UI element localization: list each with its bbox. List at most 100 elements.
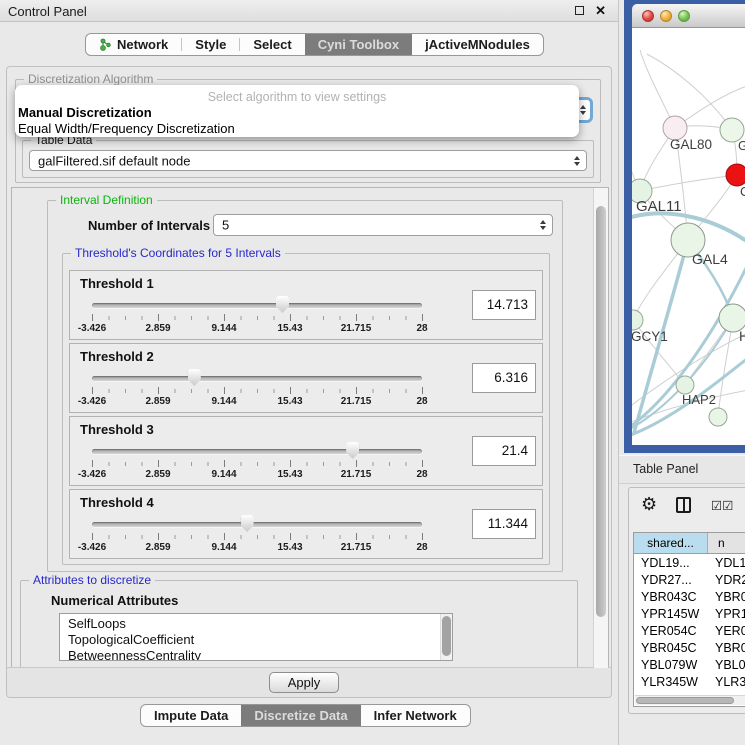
column-header-shared[interactable]: shared... <box>634 533 708 553</box>
settings-scroll-area: Interval Definition Number of Intervals … <box>11 187 609 669</box>
tick-label: 2.859 <box>145 469 170 480</box>
threshold-slider-2[interactable]: -3.426 2.859 9.144 15.43 21.715 28 <box>92 368 422 410</box>
table-row[interactable]: YPR145WYPR1 <box>634 606 745 623</box>
num-intervals-combobox[interactable]: 5 <box>213 214 553 236</box>
network-window-titlebar[interactable] <box>632 4 745 28</box>
scrollbar-thumb[interactable] <box>596 206 606 617</box>
tab-select[interactable]: Select <box>240 34 304 55</box>
threshold-slider-4[interactable]: -3.426 2.859 9.144 15.43 21.715 28 <box>92 514 422 556</box>
table-row[interactable]: YDR27...YDR2 <box>634 572 745 589</box>
num-intervals-label: Number of Intervals <box>88 218 210 233</box>
tab-label: Style <box>195 37 226 52</box>
table-row[interactable]: YER054CYER0 <box>634 623 745 640</box>
table-row[interactable]: YLR345WYLR3 <box>634 674 745 691</box>
threshold-slider-1[interactable]: -3.426 2.859 9.144 15.43 21.715 28 <box>92 295 422 337</box>
list-item[interactable]: BetweennessCentrality <box>60 648 452 661</box>
list-item[interactable]: SelfLoops <box>60 616 452 632</box>
group-title: Discretization Algorithm <box>24 72 157 86</box>
slider-handle[interactable] <box>276 296 289 313</box>
tab-infer-network[interactable]: Infer Network <box>361 705 470 726</box>
tab-network[interactable]: Network <box>86 34 181 55</box>
table-rows: YDL19...YDL1 YDR27...YDR2 YBR043CYBR0 YP… <box>634 555 745 694</box>
combobox-value: 5 <box>222 218 229 233</box>
table-row[interactable]: YDL19...YDL1 <box>634 555 745 572</box>
threshold-value-field[interactable]: 21.4 <box>472 436 536 466</box>
node-selected-red[interactable] <box>726 164 745 186</box>
tab-discretize-data[interactable]: Discretize Data <box>241 705 360 726</box>
tab-jactivemnodules[interactable]: jActiveMNodules <box>412 34 543 55</box>
list-scrollbar[interactable] <box>440 614 452 660</box>
tab-cyni-toolbox[interactable]: Cyni Toolbox <box>305 34 412 55</box>
threshold-label: Threshold 2 <box>80 349 154 364</box>
panel-title: Control Panel <box>8 4 87 19</box>
network-window: GAL80 GA C GAL11 GAL4 GCY1 H HAP2 <box>624 0 745 453</box>
scrollbar-thumb[interactable] <box>442 616 451 656</box>
slider-handle[interactable] <box>188 369 201 386</box>
tick-label: 28 <box>416 469 427 480</box>
table-row[interactable]: YBL079WYBL0 <box>634 657 745 674</box>
table-row[interactable]: YBR043CYBR0 <box>634 589 745 606</box>
tab-label: Infer Network <box>374 708 457 723</box>
dropdown-option-equal-width-frequency[interactable]: Equal Width/Frequency Discretization <box>18 121 235 136</box>
table-horizontal-scrollbar[interactable] <box>635 695 745 705</box>
slider-handle[interactable] <box>346 442 359 459</box>
tick-label: 21.715 <box>341 542 372 553</box>
tick-label: 2.859 <box>145 323 170 334</box>
tick-label: 15.43 <box>277 542 302 553</box>
gear-icon[interactable]: ⚙ <box>641 493 657 517</box>
tick-label: 21.715 <box>341 323 372 334</box>
slider-ticks <box>92 389 422 393</box>
table-row[interactable]: YIL052CYIL0 <box>634 691 745 694</box>
tick-label: 15.43 <box>277 396 302 407</box>
tab-label: Impute Data <box>154 708 228 723</box>
threshold-panel-2: Threshold 2 -3.426 2.859 9.144 15.43 <box>69 343 543 413</box>
tick-label: 21.715 <box>341 469 372 480</box>
threshold-value-field[interactable]: 6.316 <box>472 363 536 393</box>
close-traffic-light-icon[interactable] <box>642 10 654 22</box>
column-header-name[interactable]: n <box>708 533 745 553</box>
table-data-group: Table Data galFiltered.sif default node <box>22 140 594 178</box>
settings-scrollbar[interactable] <box>593 188 608 668</box>
network-canvas[interactable]: GAL80 GA C GAL11 GAL4 GCY1 H HAP2 <box>632 28 745 445</box>
slider-handle[interactable] <box>241 515 254 532</box>
scrollbar-thumb[interactable] <box>636 697 734 704</box>
cyni-toolbox-panel: Discretization Algorithm Table Data galF… <box>6 66 612 698</box>
toolbox-tabbar: Network Style Select Cyni Toolbox jActiv… <box>85 33 544 56</box>
threshold-value-field[interactable]: 11.344 <box>472 509 536 539</box>
apply-button[interactable]: Apply <box>269 672 339 693</box>
node-gcy1[interactable] <box>632 310 643 330</box>
tab-label: Discretize Data <box>254 708 347 723</box>
thresholds-group: Threshold's Coordinates for 5 Intervals … <box>62 253 550 565</box>
tick-label: 28 <box>416 396 427 407</box>
zoom-traffic-light-icon[interactable] <box>678 10 690 22</box>
dropdown-option-manual-discretization[interactable]: Manual Discretization <box>18 105 152 120</box>
tab-style[interactable]: Style <box>182 34 239 55</box>
float-window-icon[interactable] <box>575 6 584 15</box>
column-layout-icon[interactable] <box>676 497 691 513</box>
group-title: Threshold's Coordinates for 5 Intervals <box>71 246 285 260</box>
node-bottom[interactable] <box>709 408 727 426</box>
tick-label: 9.144 <box>211 323 236 334</box>
threshold-label: Threshold 4 <box>80 495 154 510</box>
tick-label: -3.426 <box>78 396 106 407</box>
tab-impute-data[interactable]: Impute Data <box>141 705 241 726</box>
close-icon[interactable]: ✕ <box>595 3 606 19</box>
slider-ticks <box>92 462 422 466</box>
tick-label: 9.144 <box>211 469 236 480</box>
list-item[interactable]: TopologicalCoefficient <box>60 632 452 648</box>
threshold-label: Threshold 1 <box>80 276 154 291</box>
interval-definition-group: Interval Definition Number of Intervals … <box>47 200 563 572</box>
select-columns-icon[interactable]: ☑☑ <box>711 498 733 513</box>
table-row[interactable]: YBR045CYBR0 <box>634 640 745 657</box>
table-data-combobox[interactable]: galFiltered.sif default node <box>29 150 587 171</box>
panel-footer: Apply <box>7 667 611 697</box>
tick-label: 9.144 <box>211 396 236 407</box>
numerical-attributes-list: SelfLoops TopologicalCoefficient Between… <box>59 613 453 661</box>
minimize-traffic-light-icon[interactable] <box>660 10 672 22</box>
threshold-slider-3[interactable]: -3.426 2.859 9.144 15.43 21.715 28 <box>92 441 422 483</box>
tick-label: 28 <box>416 542 427 553</box>
threshold-value-field[interactable]: 14.713 <box>472 290 536 320</box>
node-label-hap2: HAP2 <box>682 392 716 407</box>
tick-label: 2.859 <box>145 396 170 407</box>
node-label-partial-top: GA <box>738 138 745 153</box>
